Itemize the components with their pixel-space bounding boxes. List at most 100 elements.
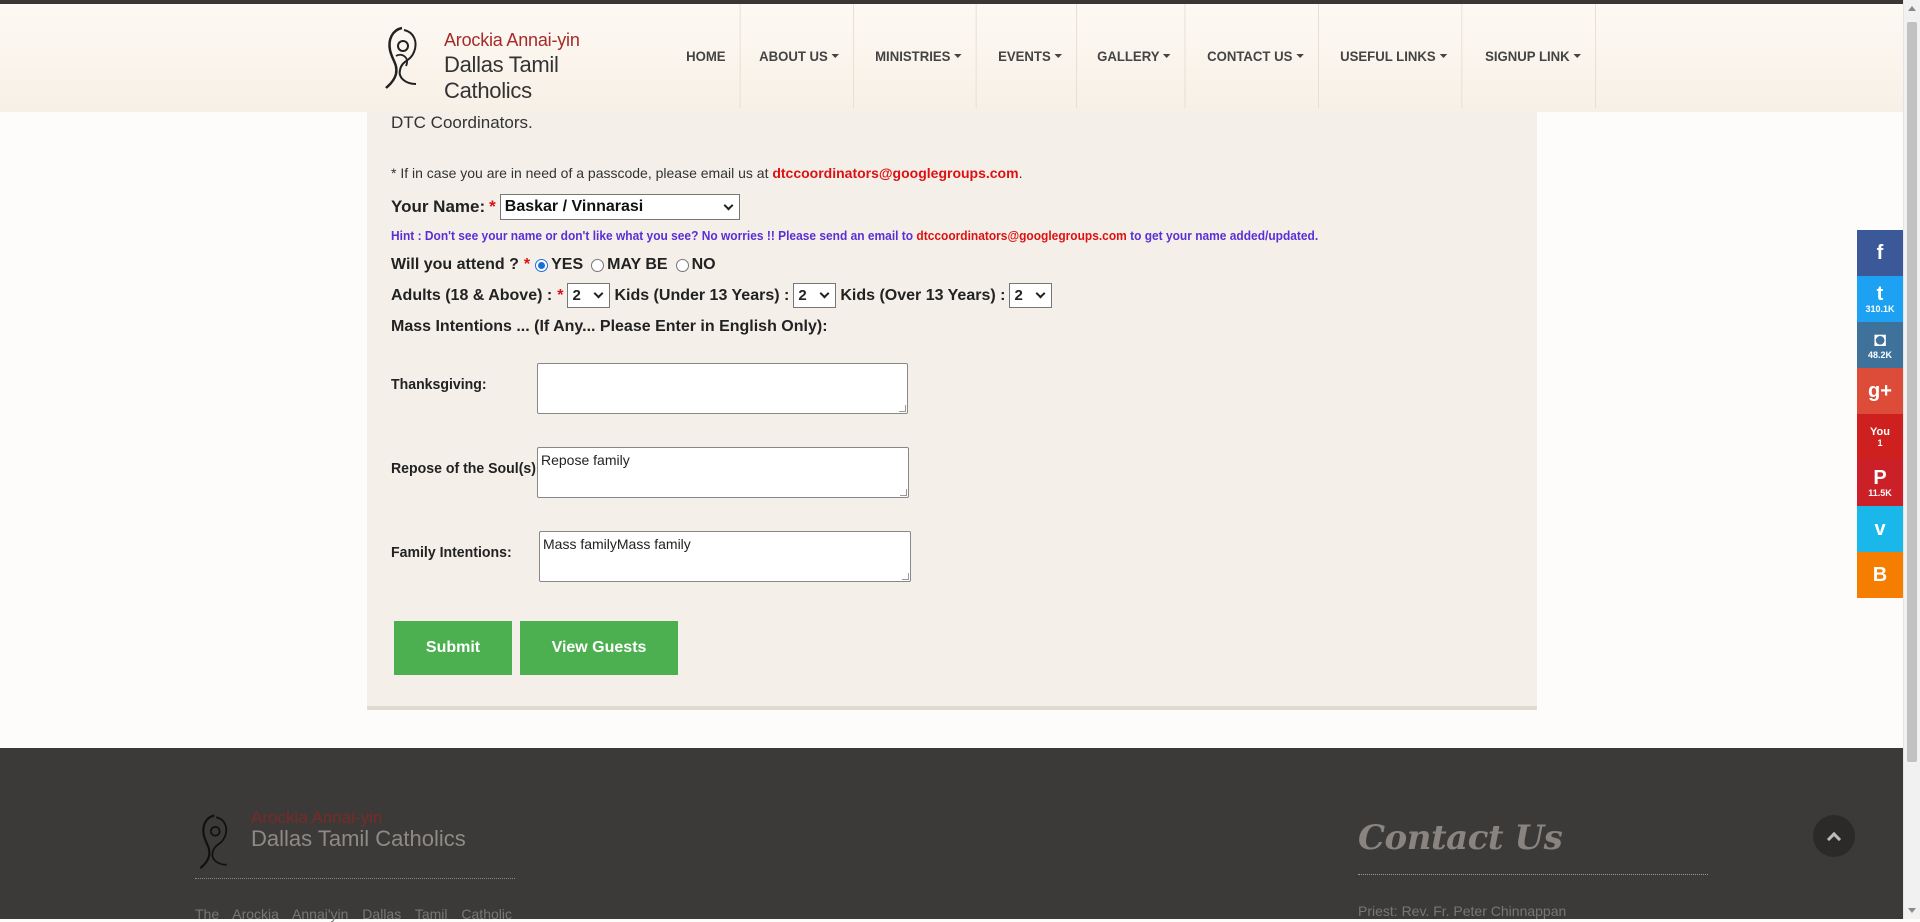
instagram-share-button[interactable]: ◘ 48.2K — [1857, 322, 1903, 368]
chevron-down-icon — [819, 288, 830, 299]
social-share-bar: f t 310.1K ◘ 48.2K g+ You 1 P 11.5K v B — [1857, 230, 1903, 598]
nav-item-label: CONTACT US — [1206, 48, 1293, 64]
vimeo-icon: v — [1874, 518, 1886, 540]
nav-item-label: SIGNUP LINK — [1485, 48, 1570, 64]
repose-label: Repose of the Soul(s): — [391, 460, 541, 477]
kids-over-select[interactable]: 2 — [1009, 283, 1053, 308]
scroll-up-arrow[interactable] — [1908, 6, 1916, 11]
attend-row: Will you attend ? * YES MAY BE NO — [391, 256, 716, 274]
hint-text-end: to get your name added/updated. — [1130, 228, 1319, 243]
attend-maybe-radio[interactable] — [591, 258, 605, 272]
site-logo[interactable]: Arockia Annai-yin Dallas Tamil Catholics — [380, 22, 650, 103]
contact-divider — [1358, 874, 1708, 875]
pinterest-share-button[interactable]: P 11.5K — [1857, 460, 1903, 506]
nav-item-label: USEFUL LINKS — [1340, 48, 1437, 64]
page-scrollbar[interactable] — [1903, 0, 1920, 919]
footer-logo[interactable]: Arockia Annai-yin Dallas Tamil Catholics — [195, 808, 515, 878]
hint-email-link[interactable]: dtccoordinators@googlegroups.com — [916, 228, 1126, 243]
scroll-to-top-button[interactable] — [1813, 815, 1855, 857]
caret-down-icon — [1054, 54, 1063, 58]
attend-no-radio[interactable] — [675, 258, 689, 272]
repose-textarea[interactable]: Repose family — [537, 447, 909, 498]
logo-mother-child-icon — [385, 26, 417, 89]
twitter-icon: t — [1876, 283, 1884, 305]
facebook-share-button[interactable]: f — [1857, 230, 1903, 276]
adults-select[interactable]: 2 — [567, 283, 611, 308]
twitter-share-button[interactable]: t 310.1K — [1857, 276, 1903, 322]
logo-mother-child-icon — [199, 814, 228, 870]
chevron-up-icon — [1826, 831, 1842, 846]
name-hint: Hint : Don't see your name or don't like… — [391, 228, 1318, 243]
chevron-down-icon — [1036, 288, 1046, 299]
name-select[interactable]: Baskar / Vinnarasi — [499, 194, 740, 220]
footer-about-text: The Arockia Annai'yin Dallas Tamil Catho… — [195, 906, 512, 922]
intro-text: DTC Coordinators. — [391, 113, 533, 132]
priest-text: Priest: Rev. Fr. Peter Chinnappan — [1358, 903, 1567, 919]
youtube-share-button[interactable]: You 1 — [1857, 414, 1903, 460]
share-count: 310.1K — [1865, 304, 1895, 314]
nav-item-events[interactable]: EVENTS — [984, 4, 1078, 108]
kids-under-select[interactable]: 2 — [793, 283, 837, 308]
caret-down-icon — [1439, 54, 1448, 58]
passcode-note-text: * If in case you are in need of a passco… — [391, 165, 769, 181]
chevron-down-icon — [723, 200, 734, 210]
guest-count-row: Adults (18 & Above) : * 2 Kids (Under 13… — [391, 283, 1056, 308]
kids-over-select-value: 2 — [1014, 287, 1023, 304]
adults-select-value: 2 — [572, 287, 581, 304]
caret-down-icon — [1163, 54, 1172, 58]
name-row: Your Name: * Baskar / Vinnarasi — [391, 194, 740, 220]
required-mark: * — [523, 256, 531, 273]
attend-no-label: NO — [691, 256, 716, 273]
attend-maybe-label: MAY BE — [607, 256, 668, 273]
nav-item-label: EVENTS — [998, 48, 1052, 64]
nav-item-label: GALLERY — [1097, 48, 1160, 64]
thanksgiving-label: Thanksgiving: — [391, 376, 487, 393]
family-intentions-textarea[interactable]: Mass familyMass family — [539, 531, 911, 582]
caret-down-icon — [831, 54, 840, 58]
required-mark: * — [489, 197, 496, 216]
youtube-icon: You — [1870, 426, 1890, 438]
attend-label: Will you attend ? — [391, 256, 519, 273]
facebook-icon: f — [1876, 242, 1884, 264]
scroll-down-arrow[interactable] — [1908, 908, 1916, 913]
nav-item-contact-us[interactable]: CONTACT US — [1193, 4, 1319, 108]
site-footer: Arockia Annai-yin Dallas Tamil Catholics… — [0, 748, 1903, 922]
contact-heading: Contact Us — [1358, 818, 1563, 858]
chevron-down-icon — [593, 288, 604, 299]
kids-over-label: Kids (Over 13 Years) : — [840, 286, 1006, 304]
nav-item-useful-links[interactable]: USEFUL LINKS — [1326, 4, 1463, 108]
passcode-email-link[interactable]: dtccoordinators@googlegroups.com — [772, 165, 1018, 181]
nav-item-about-us[interactable]: ABOUT US — [745, 4, 855, 108]
logo-title-line1: Arockia Annai-yin — [444, 30, 580, 50]
attend-yes-radio[interactable] — [535, 258, 549, 272]
family-intentions-label: Family Intentions: — [391, 544, 512, 561]
caret-down-icon — [1295, 54, 1304, 58]
instagram-icon: ◘ — [1873, 329, 1887, 351]
kids-under-label: Kids (Under 13 Years) : — [614, 286, 790, 304]
pinterest-icon: P — [1873, 467, 1887, 489]
nav-item-signup-link[interactable]: SIGNUP LINK — [1471, 4, 1597, 108]
required-mark: * — [557, 286, 564, 304]
nav-item-ministries[interactable]: MINISTRIES — [861, 4, 977, 108]
thanksgiving-textarea[interactable] — [537, 363, 908, 414]
nav-item-home[interactable]: HOME — [672, 4, 741, 108]
google-plus-icon: g+ — [1868, 380, 1892, 402]
nav-item-gallery[interactable]: GALLERY — [1083, 4, 1187, 108]
nav-item-label: MINISTRIES — [875, 48, 951, 64]
attend-yes-label: YES — [551, 256, 584, 273]
submit-button[interactable]: Submit — [394, 621, 512, 675]
mass-intentions-title: Mass Intentions ... (If Any... Please En… — [391, 318, 828, 335]
nav-item-label: HOME — [686, 48, 726, 64]
adults-label: Adults (18 & Above) : — [391, 286, 553, 304]
passcode-note-end: . — [1018, 165, 1023, 181]
google-plus-share-button[interactable]: g+ — [1857, 368, 1903, 414]
vimeo-share-button[interactable]: v — [1857, 506, 1903, 552]
view-guests-button[interactable]: View Guests — [520, 621, 678, 675]
site-header: Arockia Annai-yin Dallas Tamil Catholics… — [0, 4, 1903, 112]
passcode-note: * If in case you are in need of a passco… — [391, 165, 1022, 181]
blogger-share-button[interactable]: B — [1857, 552, 1903, 598]
scrollbar-thumb[interactable] — [1907, 22, 1917, 762]
share-count: 1 — [1877, 438, 1883, 448]
caret-down-icon — [1573, 54, 1581, 58]
logo-title-line2: Dallas Tamil Catholics — [444, 52, 559, 103]
